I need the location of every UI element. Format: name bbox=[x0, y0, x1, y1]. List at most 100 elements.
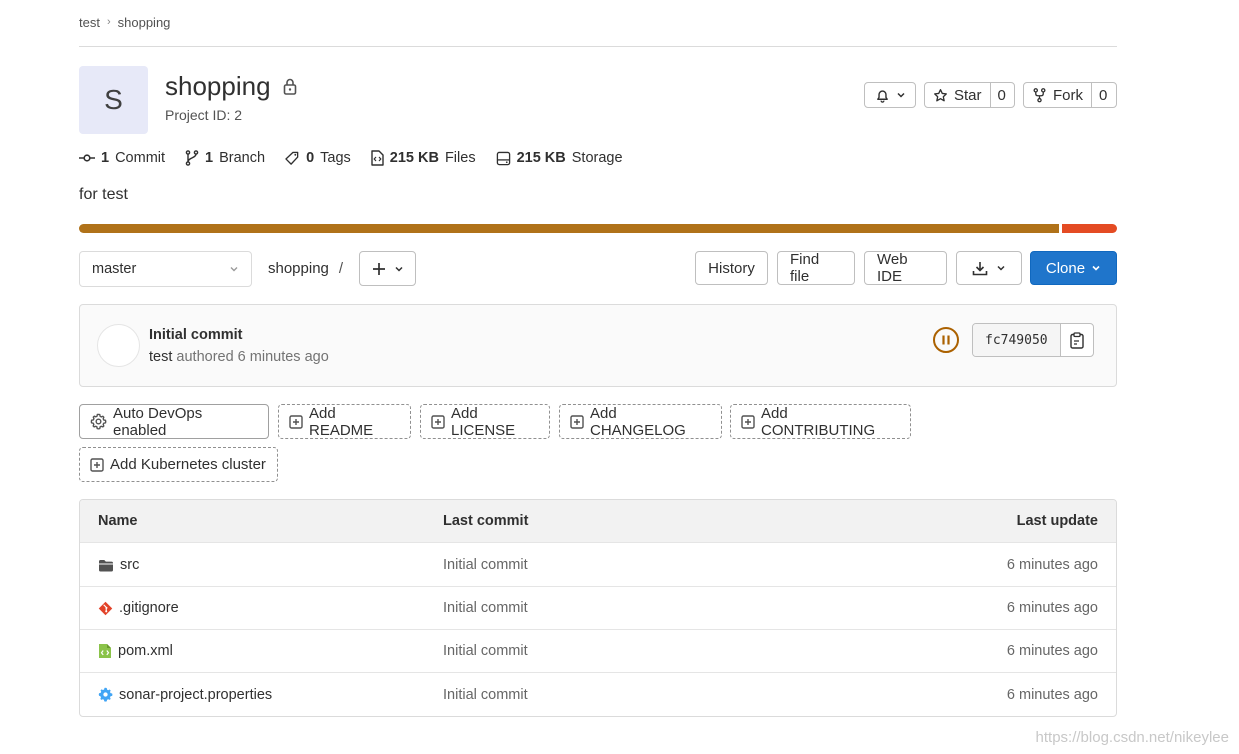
commit-sha[interactable]: fc749050 bbox=[973, 324, 1061, 356]
storage-label: Storage bbox=[571, 150, 623, 166]
star-count[interactable]: 0 bbox=[991, 83, 1013, 107]
project-stats: 1 Commit 1 Branch 0 Tags 215 KB Files 21… bbox=[79, 150, 623, 166]
lock-icon bbox=[283, 78, 297, 95]
commit-sha-group: fc749050 bbox=[972, 323, 1094, 357]
branches-label: Branch bbox=[219, 150, 266, 166]
files-size: 215 KB bbox=[389, 150, 439, 166]
project-id: Project ID: 2 bbox=[165, 107, 243, 123]
branch-select-value: master bbox=[92, 261, 137, 277]
branch-icon bbox=[185, 150, 199, 166]
table-row[interactable]: .gitignore Initial commit 6 minutes ago bbox=[80, 587, 1116, 630]
star-button[interactable]: Star 0 bbox=[924, 82, 1015, 108]
file-name-cell[interactable]: pom.xml bbox=[98, 643, 173, 659]
header-name: Name bbox=[98, 513, 138, 529]
watermark: https://blog.csdn.net/nikeylee bbox=[1035, 729, 1229, 746]
add-kubernetes-button[interactable]: Add Kubernetes cluster bbox=[79, 447, 278, 482]
breadcrumb-project-link[interactable]: shopping bbox=[118, 15, 171, 30]
commits-count: 1 bbox=[101, 150, 110, 166]
file-name[interactable]: src bbox=[120, 557, 139, 573]
commit-icon bbox=[79, 152, 95, 164]
file-code-icon bbox=[371, 150, 384, 166]
branch-select[interactable]: master bbox=[79, 251, 252, 287]
branches-count: 1 bbox=[205, 150, 214, 166]
row-updated: 6 minutes ago bbox=[1006, 557, 1098, 573]
tags-count: 0 bbox=[306, 150, 315, 166]
project-name: shopping bbox=[165, 71, 271, 101]
files-stat[interactable]: 215 KB Files bbox=[371, 150, 476, 166]
table-row[interactable]: sonar-project.properties Initial commit … bbox=[80, 673, 1116, 716]
bell-icon bbox=[875, 88, 890, 103]
clone-button[interactable]: Clone bbox=[1030, 251, 1117, 285]
web-ide-button[interactable]: Web IDE bbox=[864, 251, 947, 285]
header-last-commit: Last commit bbox=[443, 513, 529, 529]
tags-stat[interactable]: 0 Tags bbox=[285, 150, 351, 166]
history-button[interactable]: History bbox=[695, 251, 768, 285]
row-commit[interactable]: Initial commit bbox=[443, 600, 528, 616]
xml-file-icon bbox=[98, 643, 112, 659]
add-readme-button[interactable]: Add README bbox=[278, 404, 411, 439]
divider bbox=[79, 46, 1117, 47]
plus-square-icon bbox=[741, 414, 755, 429]
repository-language-bar[interactable] bbox=[79, 224, 1117, 233]
add-changelog-label: Add CHANGELOG bbox=[590, 404, 686, 439]
path-separator: / bbox=[338, 260, 344, 277]
repo-path: shopping / bbox=[268, 260, 343, 277]
fork-button[interactable]: Fork 0 bbox=[1023, 82, 1117, 108]
file-name[interactable]: .gitignore bbox=[119, 600, 179, 616]
pipeline-paused-icon[interactable] bbox=[932, 326, 960, 354]
language-segment[interactable] bbox=[1062, 224, 1117, 233]
row-updated: 6 minutes ago bbox=[1006, 686, 1098, 703]
file-tree-table: Name Last commit Last update src Initial… bbox=[79, 499, 1117, 717]
file-name[interactable]: sonar-project.properties bbox=[119, 687, 272, 703]
file-name-cell[interactable]: src bbox=[98, 557, 139, 573]
branches-stat[interactable]: 1 Branch bbox=[185, 150, 265, 166]
copy-sha-button[interactable] bbox=[1061, 324, 1093, 356]
add-to-tree-button[interactable] bbox=[359, 251, 416, 286]
find-file-button[interactable]: Find file bbox=[777, 251, 855, 285]
breadcrumb-group-link[interactable]: test bbox=[79, 15, 100, 30]
folder-icon bbox=[98, 559, 114, 572]
chevron-down-icon bbox=[394, 264, 404, 274]
table-row[interactable]: pom.xml Initial commit 6 minutes ago bbox=[80, 630, 1116, 673]
download-button[interactable] bbox=[956, 251, 1022, 285]
commit-title[interactable]: Initial commit bbox=[149, 327, 242, 343]
add-license-button[interactable]: Add LICENSE bbox=[420, 404, 550, 439]
row-commit[interactable]: Initial commit bbox=[443, 643, 528, 659]
fork-count[interactable]: 0 bbox=[1092, 83, 1114, 107]
language-segment[interactable] bbox=[79, 224, 1060, 233]
files-label: Files bbox=[444, 150, 476, 166]
commit-meta: test authored 6 minutes ago bbox=[149, 349, 329, 365]
table-row[interactable]: src Initial commit 6 minutes ago bbox=[80, 544, 1116, 587]
chevron-down-icon bbox=[896, 90, 906, 100]
add-readme-label: Add README bbox=[309, 404, 374, 439]
fork-icon bbox=[1032, 87, 1047, 103]
add-contributing-button[interactable]: Add CONTRIBUTING bbox=[730, 404, 911, 439]
header-last-update: Last update bbox=[1016, 513, 1098, 529]
fork-label: Fork bbox=[1053, 86, 1083, 104]
row-commit[interactable]: Initial commit bbox=[443, 687, 528, 703]
settings-file-icon bbox=[98, 687, 113, 702]
project-description: for test bbox=[79, 186, 128, 203]
clone-label: Clone bbox=[1045, 259, 1086, 277]
author-avatar[interactable] bbox=[97, 324, 140, 367]
star-label: Star bbox=[954, 86, 982, 104]
file-name-cell[interactable]: sonar-project.properties bbox=[98, 687, 272, 703]
commits-label: Commit bbox=[115, 150, 166, 166]
git-icon bbox=[98, 601, 113, 616]
file-name[interactable]: pom.xml bbox=[118, 643, 173, 659]
disk-icon bbox=[496, 151, 511, 166]
repo-path-root[interactable]: shopping bbox=[268, 260, 329, 277]
tag-icon bbox=[285, 151, 300, 166]
file-name-cell[interactable]: .gitignore bbox=[98, 600, 179, 616]
last-commit-panel: Initial commit test authored 6 minutes a… bbox=[79, 304, 1117, 387]
notification-button[interactable] bbox=[864, 82, 916, 108]
add-changelog-button[interactable]: Add CHANGELOG bbox=[559, 404, 722, 439]
auto-devops-button[interactable]: Auto DevOps enabled bbox=[79, 404, 269, 439]
commits-stat[interactable]: 1 Commit bbox=[79, 150, 165, 166]
row-commit[interactable]: Initial commit bbox=[443, 557, 528, 573]
project-avatar: S bbox=[79, 66, 148, 134]
commit-time: authored 6 minutes ago bbox=[176, 349, 329, 365]
commit-author[interactable]: test bbox=[149, 349, 172, 365]
chevron-down-icon bbox=[996, 263, 1006, 273]
storage-stat[interactable]: 215 KB Storage bbox=[496, 150, 623, 166]
